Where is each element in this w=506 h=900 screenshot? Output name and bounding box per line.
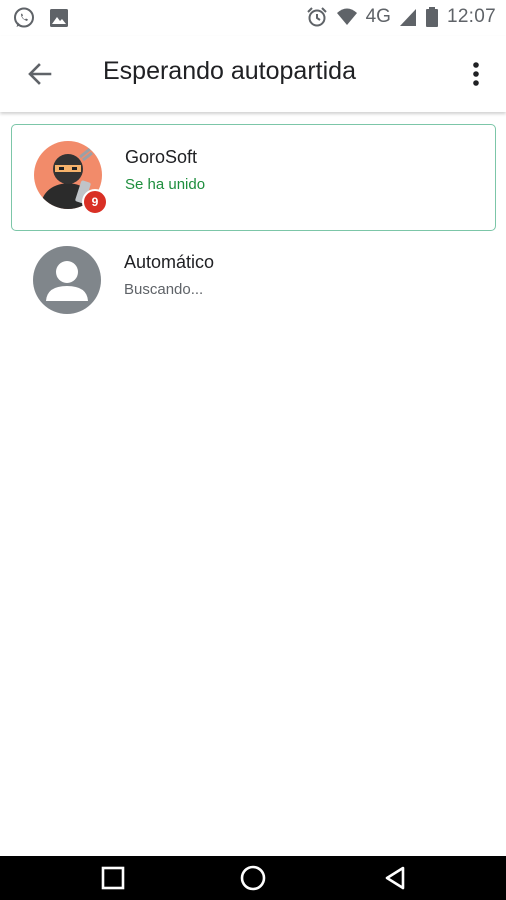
home-circle-icon xyxy=(240,865,266,891)
avatar-placeholder xyxy=(33,246,101,314)
player-name: GoroSoft xyxy=(125,147,198,167)
battery-icon xyxy=(425,7,438,27)
player-status: Buscando... xyxy=(124,281,204,298)
wifi-icon xyxy=(336,8,357,25)
back-button[interactable] xyxy=(22,56,58,92)
more-vert-icon xyxy=(473,62,479,86)
status-bar-right: 4G 12:07 xyxy=(306,6,496,28)
arrow-back-icon xyxy=(28,63,52,85)
level-badge: 9 xyxy=(82,189,108,215)
clock: 12:07 xyxy=(446,6,496,27)
status-bar-left xyxy=(12,6,70,30)
system-nav-bar xyxy=(0,856,506,900)
page-title: Esperando autopartida xyxy=(103,57,356,85)
signal-icon xyxy=(399,9,416,26)
player-status: Se ha unido xyxy=(125,176,206,193)
nav-back-button[interactable] xyxy=(381,864,409,892)
back-triangle-icon xyxy=(385,866,405,890)
app-bar: Esperando autopartida xyxy=(0,36,506,112)
network-type: 4G xyxy=(365,6,391,27)
person-icon xyxy=(33,246,101,314)
player-row-gorosoft[interactable]: 9 GoroSoft Se ha unido xyxy=(11,124,496,231)
home-button[interactable] xyxy=(239,864,267,892)
player-name: Automático xyxy=(124,252,215,272)
player-row-automatico[interactable]: Automático Buscando... xyxy=(11,230,496,337)
recents-square-icon xyxy=(101,866,125,890)
whatsapp-icon xyxy=(14,7,34,28)
alarm-icon xyxy=(306,7,327,27)
gallery-icon xyxy=(50,9,68,27)
recents-button[interactable] xyxy=(99,864,127,892)
status-bar: 4G 12:07 xyxy=(0,0,506,36)
overflow-menu-button[interactable] xyxy=(462,58,490,90)
